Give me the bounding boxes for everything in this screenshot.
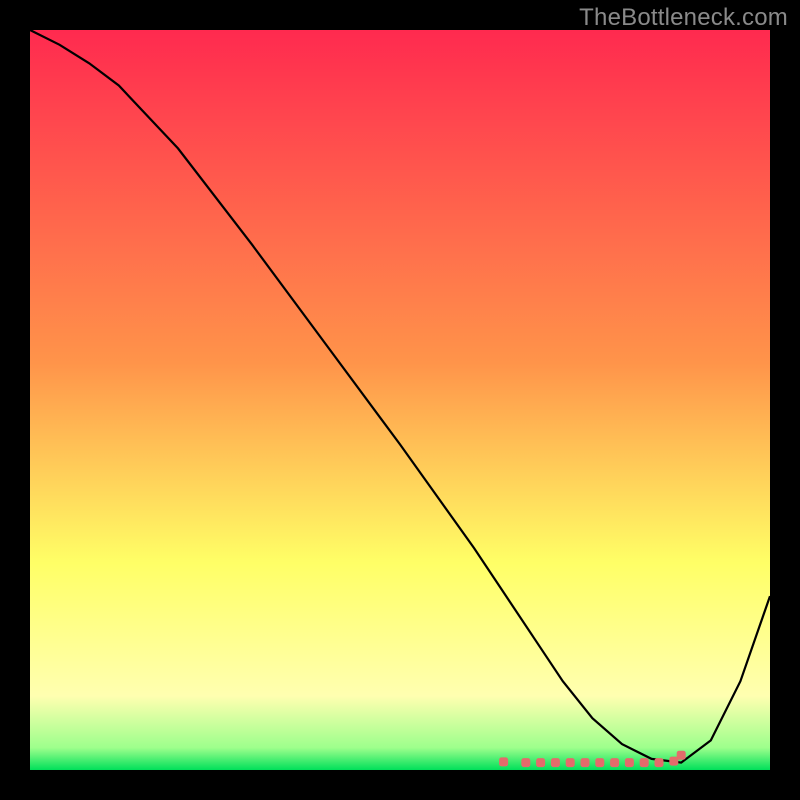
optimal-marker (499, 757, 508, 766)
chart-background (30, 30, 770, 770)
optimal-marker (581, 758, 590, 767)
optimal-marker (677, 751, 686, 760)
optimal-marker (551, 758, 560, 767)
outer-frame: { "watermark": "TheBottleneck.com", "cha… (0, 0, 800, 800)
optimal-marker (610, 758, 619, 767)
optimal-marker (521, 758, 530, 767)
optimal-marker (625, 758, 634, 767)
watermark-text: TheBottleneck.com (579, 4, 788, 32)
optimal-marker (640, 758, 649, 767)
optimal-marker (655, 758, 664, 767)
bottleneck-chart (30, 30, 770, 770)
optimal-marker (536, 758, 545, 767)
optimal-marker (566, 758, 575, 767)
optimal-marker (595, 758, 604, 767)
